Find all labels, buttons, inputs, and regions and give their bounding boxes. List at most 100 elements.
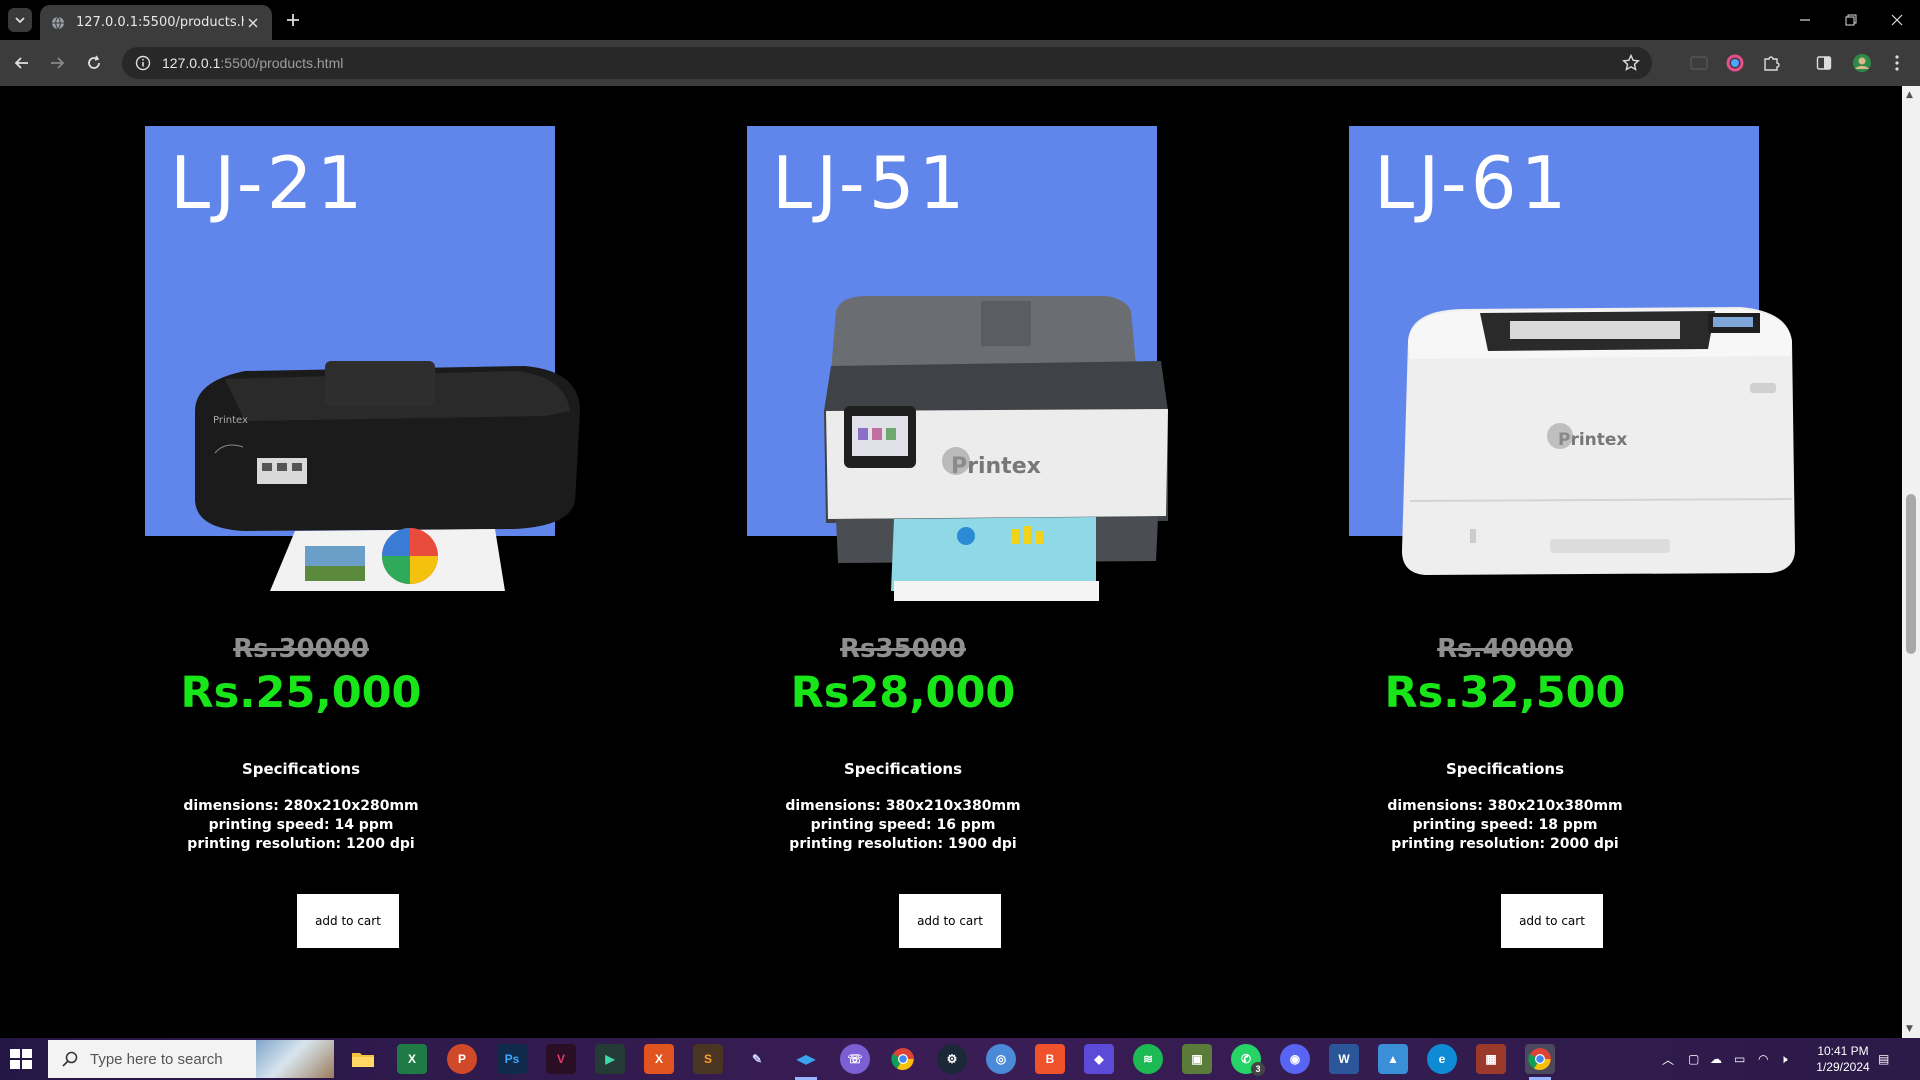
edge-icon[interactable]: e xyxy=(1427,1044,1457,1074)
onedrive-icon[interactable]: ☁ xyxy=(1710,1038,1722,1080)
search-icon xyxy=(62,1051,78,1067)
minimize-button[interactable] xyxy=(1782,0,1828,40)
taskbar-search[interactable]: Type here to search xyxy=(48,1040,334,1078)
battery-icon[interactable]: ▭ xyxy=(1734,1038,1745,1080)
clock-date: 1/29/2024 xyxy=(1816,1060,1870,1074)
meet-now-icon[interactable]: ▢ xyxy=(1688,1038,1699,1080)
spec-printing-resolution: printing resolution: 2000 dpi xyxy=(1391,836,1619,852)
info-icon[interactable] xyxy=(134,54,152,72)
minecraft-icon[interactable]: ▣ xyxy=(1182,1044,1212,1074)
excel-icon[interactable]: X xyxy=(397,1044,427,1074)
inkscape-icon[interactable]: ✎ xyxy=(742,1044,772,1074)
restore-icon xyxy=(1845,14,1857,26)
browser-toolbar: 127.0.0.1:5500/products.html xyxy=(0,40,1920,86)
close-tab-icon[interactable] xyxy=(244,14,262,32)
tray-chevron-icon[interactable]: ︿ xyxy=(1662,1038,1674,1080)
chrome-active-icon[interactable] xyxy=(1525,1044,1555,1080)
wifi-icon[interactable]: ◠ xyxy=(1758,1038,1768,1080)
add-to-cart-button[interactable]: add to cart xyxy=(897,892,1003,950)
scroll-down-icon[interactable]: ▼ xyxy=(1906,1024,1913,1034)
steam-icon[interactable]: ⚙ xyxy=(937,1044,967,1074)
profile-avatar[interactable] xyxy=(1851,52,1873,74)
browser-tab-bar: 127.0.0.1:5500/products.html xyxy=(0,0,1920,40)
photoshop-icon[interactable]: Ps xyxy=(497,1044,527,1074)
tab-title: 127.0.0.1:5500/products.html xyxy=(76,15,244,30)
page-scrollbar[interactable]: ▲ ▼ xyxy=(1902,86,1920,1038)
chromium-icon[interactable]: ◎ xyxy=(986,1044,1016,1074)
powerpoint-icon[interactable]: P xyxy=(447,1044,477,1074)
product-model: LJ-51 xyxy=(772,141,969,225)
url-text: 127.0.0.1:5500/products.html xyxy=(162,55,344,71)
product-card-lj61: LJ-61 Printex Rs.40000 Rs.32,500 Specifi… xyxy=(1204,86,1806,1038)
spotify-icon[interactable]: ≋ xyxy=(1133,1044,1163,1074)
sale-price: Rs.25,000 xyxy=(180,668,422,718)
brave-icon[interactable]: B xyxy=(1035,1044,1065,1074)
minimize-icon xyxy=(1800,19,1810,21)
arrow-right-icon xyxy=(51,57,65,69)
winrar-icon[interactable]: ▦ xyxy=(1476,1044,1506,1074)
forward-button[interactable] xyxy=(45,51,69,75)
restore-button[interactable] xyxy=(1828,0,1874,40)
original-price: Rs.30000 xyxy=(233,634,369,664)
cast-icon[interactable] xyxy=(1688,52,1710,74)
chrome-icon[interactable] xyxy=(888,1044,918,1074)
sublime-text-icon[interactable]: S xyxy=(693,1044,723,1074)
bookmark-star-icon[interactable] xyxy=(1621,53,1641,72)
scroll-up-icon[interactable]: ▲ xyxy=(1906,90,1913,100)
notifications-icon[interactable]: ▤ xyxy=(1878,1038,1889,1080)
original-price: Rs.40000 xyxy=(1437,634,1573,664)
reload-button[interactable] xyxy=(82,51,106,75)
spec-printing-speed: printing speed: 16 ppm xyxy=(810,817,996,833)
volume-icon[interactable]: 🕨 xyxy=(1780,1038,1788,1080)
side-panel-icon[interactable] xyxy=(1813,52,1835,74)
vscode-icon[interactable]: ◀▶ xyxy=(791,1044,821,1080)
browser-tab[interactable]: 127.0.0.1:5500/products.html xyxy=(40,5,272,40)
sale-price: Rs28,000 xyxy=(790,668,1016,718)
product-card-lj21: LJ-21 Printex Rs.30000 Rs.25,000 Specifi… xyxy=(0,86,602,1038)
system-clock[interactable]: 10:41 PM 1/29/2024 xyxy=(1798,1043,1888,1075)
product-model: LJ-21 xyxy=(170,141,367,225)
original-price: Rs35000 xyxy=(840,634,966,664)
viber-icon[interactable]: ☏ xyxy=(840,1044,870,1074)
vivado-icon[interactable]: V xyxy=(546,1044,576,1074)
file-explorer-icon[interactable] xyxy=(348,1044,378,1074)
spec-printing-resolution: printing resolution: 1900 dpi xyxy=(789,836,1017,852)
search-placeholder: Type here to search xyxy=(90,1050,223,1068)
xampp-icon[interactable]: X xyxy=(644,1044,674,1074)
globe-icon xyxy=(50,15,66,31)
whatsapp-badge: 3 xyxy=(1251,1062,1265,1076)
new-tab-button[interactable] xyxy=(282,9,304,31)
whatsapp-icon[interactable]: ✆ 3 xyxy=(1231,1044,1265,1076)
spec-printing-speed: printing speed: 14 ppm xyxy=(208,817,394,833)
menu-kebab-icon[interactable] xyxy=(1886,52,1908,74)
product-image-inkjet-printer: Printex xyxy=(195,361,580,591)
tab-search-button[interactable] xyxy=(8,8,32,32)
product-card-lj51: LJ-51 Printex Rs35000 Rs28,000 Specifica… xyxy=(602,86,1204,1038)
photos-icon[interactable]: ▲ xyxy=(1378,1044,1408,1074)
word-icon[interactable]: W xyxy=(1329,1044,1359,1074)
spec-dimensions: dimensions: 280x210x280mm xyxy=(183,798,419,814)
extensions-puzzle-icon[interactable] xyxy=(1760,52,1782,74)
windows-start-icon[interactable] xyxy=(10,1049,32,1069)
back-button[interactable] xyxy=(10,51,34,75)
windows-taskbar: Type here to search X P Ps V ▶ X S ✎ ◀▶ … xyxy=(0,1038,1920,1080)
reload-icon xyxy=(88,55,100,69)
plus-icon xyxy=(287,14,299,26)
printex-logo: Printex xyxy=(213,415,248,426)
add-to-cart-button[interactable]: add to cart xyxy=(1499,892,1605,950)
address-bar[interactable]: 127.0.0.1:5500/products.html xyxy=(122,47,1652,79)
sale-price: Rs.32,500 xyxy=(1384,668,1626,718)
close-window-button[interactable] xyxy=(1874,0,1920,40)
color-extension-icon[interactable] xyxy=(1724,52,1746,74)
clock-time: 10:41 PM xyxy=(1817,1044,1869,1058)
app-arrow-icon[interactable]: ▶ xyxy=(595,1044,625,1074)
spec-printing-speed: printing speed: 18 ppm xyxy=(1412,817,1598,833)
app-play-icon[interactable]: ◆ xyxy=(1084,1044,1114,1074)
discord-icon[interactable]: ◉ xyxy=(1280,1044,1310,1074)
spec-dimensions: dimensions: 380x210x380mm xyxy=(785,798,1021,814)
scrollbar-thumb[interactable] xyxy=(1906,494,1916,654)
add-to-cart-button[interactable]: add to cart xyxy=(295,892,401,950)
product-image-laser-printer: Printex xyxy=(1402,307,1795,575)
search-highlight-image xyxy=(256,1040,334,1078)
close-icon xyxy=(1891,14,1903,26)
